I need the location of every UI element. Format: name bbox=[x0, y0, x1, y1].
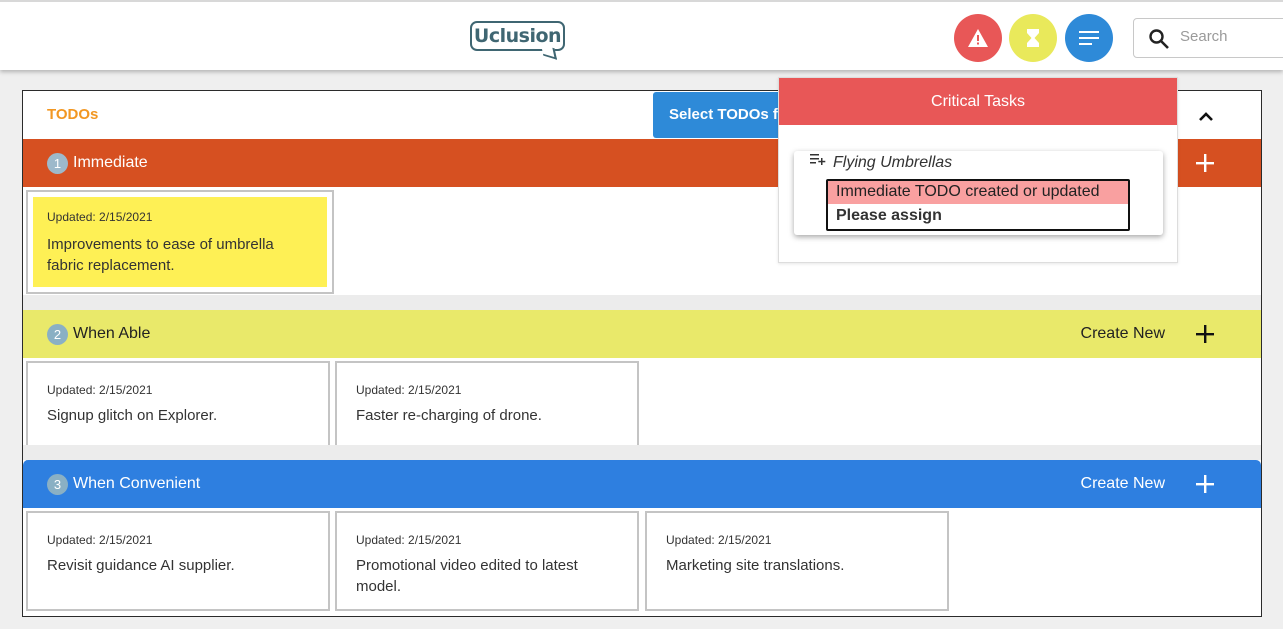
card-text: Marketing site translations. bbox=[666, 557, 845, 574]
card-updated: Updated: 2/15/2021 bbox=[666, 533, 772, 547]
create-new-link[interactable]: Create New bbox=[1081, 475, 1165, 493]
critical-tasks-popup: Critical Tasks Flying Umbrellas Immediat… bbox=[778, 77, 1178, 263]
section-when-able-header: 2 When Able Create New bbox=[23, 310, 1261, 358]
todos-title: TODOs bbox=[47, 106, 99, 123]
card-text: Signup glitch on Explorer. bbox=[47, 407, 218, 424]
menu-icon bbox=[1079, 31, 1099, 45]
section-when-convenient-header: 3 When Convenient Create New bbox=[23, 460, 1261, 508]
plus-icon[interactable] bbox=[1195, 153, 1215, 173]
card-text: Faster re-charging of drone. bbox=[356, 407, 542, 424]
card-updated: Updated: 2/15/2021 bbox=[47, 383, 153, 397]
search-icon bbox=[1149, 29, 1169, 49]
section-label: When Able bbox=[73, 325, 151, 342]
card-updated: Updated: 2/15/2021 bbox=[47, 210, 153, 224]
popup-title: Critical Tasks bbox=[779, 78, 1177, 125]
uclusion-logo[interactable]: Uclusion bbox=[470, 21, 565, 51]
section-divider bbox=[23, 445, 1261, 460]
card-updated: Updated: 2/15/2021 bbox=[356, 383, 462, 397]
select-todos-button[interactable]: Select TODOs for bbox=[653, 92, 793, 138]
section-number: 3 bbox=[47, 473, 68, 495]
playlist-add-icon bbox=[810, 154, 826, 165]
alert-title[interactable]: Immediate TODO created or updated bbox=[828, 181, 1128, 204]
section-divider bbox=[23, 295, 1261, 310]
section-number: 2 bbox=[47, 323, 68, 345]
critical-notifications-button[interactable] bbox=[954, 14, 1002, 62]
top-app-bar: Uclusion bbox=[0, 0, 1283, 70]
card-text: Improvements to ease of umbrella fabric … bbox=[47, 236, 274, 274]
chevron-up-icon[interactable] bbox=[1195, 105, 1217, 127]
plus-icon[interactable] bbox=[1195, 474, 1215, 494]
section-label: Immediate bbox=[73, 154, 148, 171]
logo-text: Uclusion bbox=[473, 25, 562, 47]
market-notification-group: Flying Umbrellas Immediate TODO created … bbox=[794, 151, 1163, 235]
search-box[interactable] bbox=[1133, 18, 1283, 58]
plus-icon[interactable] bbox=[1195, 324, 1215, 344]
section-label: When Convenient bbox=[73, 475, 201, 492]
pending-notifications-button[interactable] bbox=[1009, 14, 1057, 62]
todo-card[interactable]: Updated: 2/15/2021 Revisit guidance AI s… bbox=[26, 511, 330, 611]
market-name: Flying Umbrellas bbox=[833, 154, 953, 171]
card-text: Revisit guidance AI supplier. bbox=[47, 557, 235, 574]
section-number: 1 bbox=[47, 152, 68, 174]
search-input[interactable] bbox=[1180, 28, 1280, 45]
card-text: Promotional video edited to latest model… bbox=[356, 557, 578, 595]
alert-description: Please assign bbox=[836, 207, 942, 224]
warning-icon bbox=[968, 29, 988, 47]
create-new-link[interactable]: Create New bbox=[1081, 325, 1165, 343]
card-updated: Updated: 2/15/2021 bbox=[47, 533, 153, 547]
critical-alert-item[interactable]: Immediate TODO created or updated Please… bbox=[826, 179, 1130, 231]
todo-card[interactable]: Updated: 2/15/2021 Improvements to ease … bbox=[26, 190, 334, 294]
hourglass-icon bbox=[1027, 29, 1039, 47]
todo-card[interactable]: Updated: 2/15/2021 Marketing site transl… bbox=[645, 511, 949, 611]
menu-button[interactable] bbox=[1065, 14, 1113, 62]
card-updated: Updated: 2/15/2021 bbox=[356, 533, 462, 547]
todo-card[interactable]: Updated: 2/15/2021 Promotional video edi… bbox=[335, 511, 639, 611]
